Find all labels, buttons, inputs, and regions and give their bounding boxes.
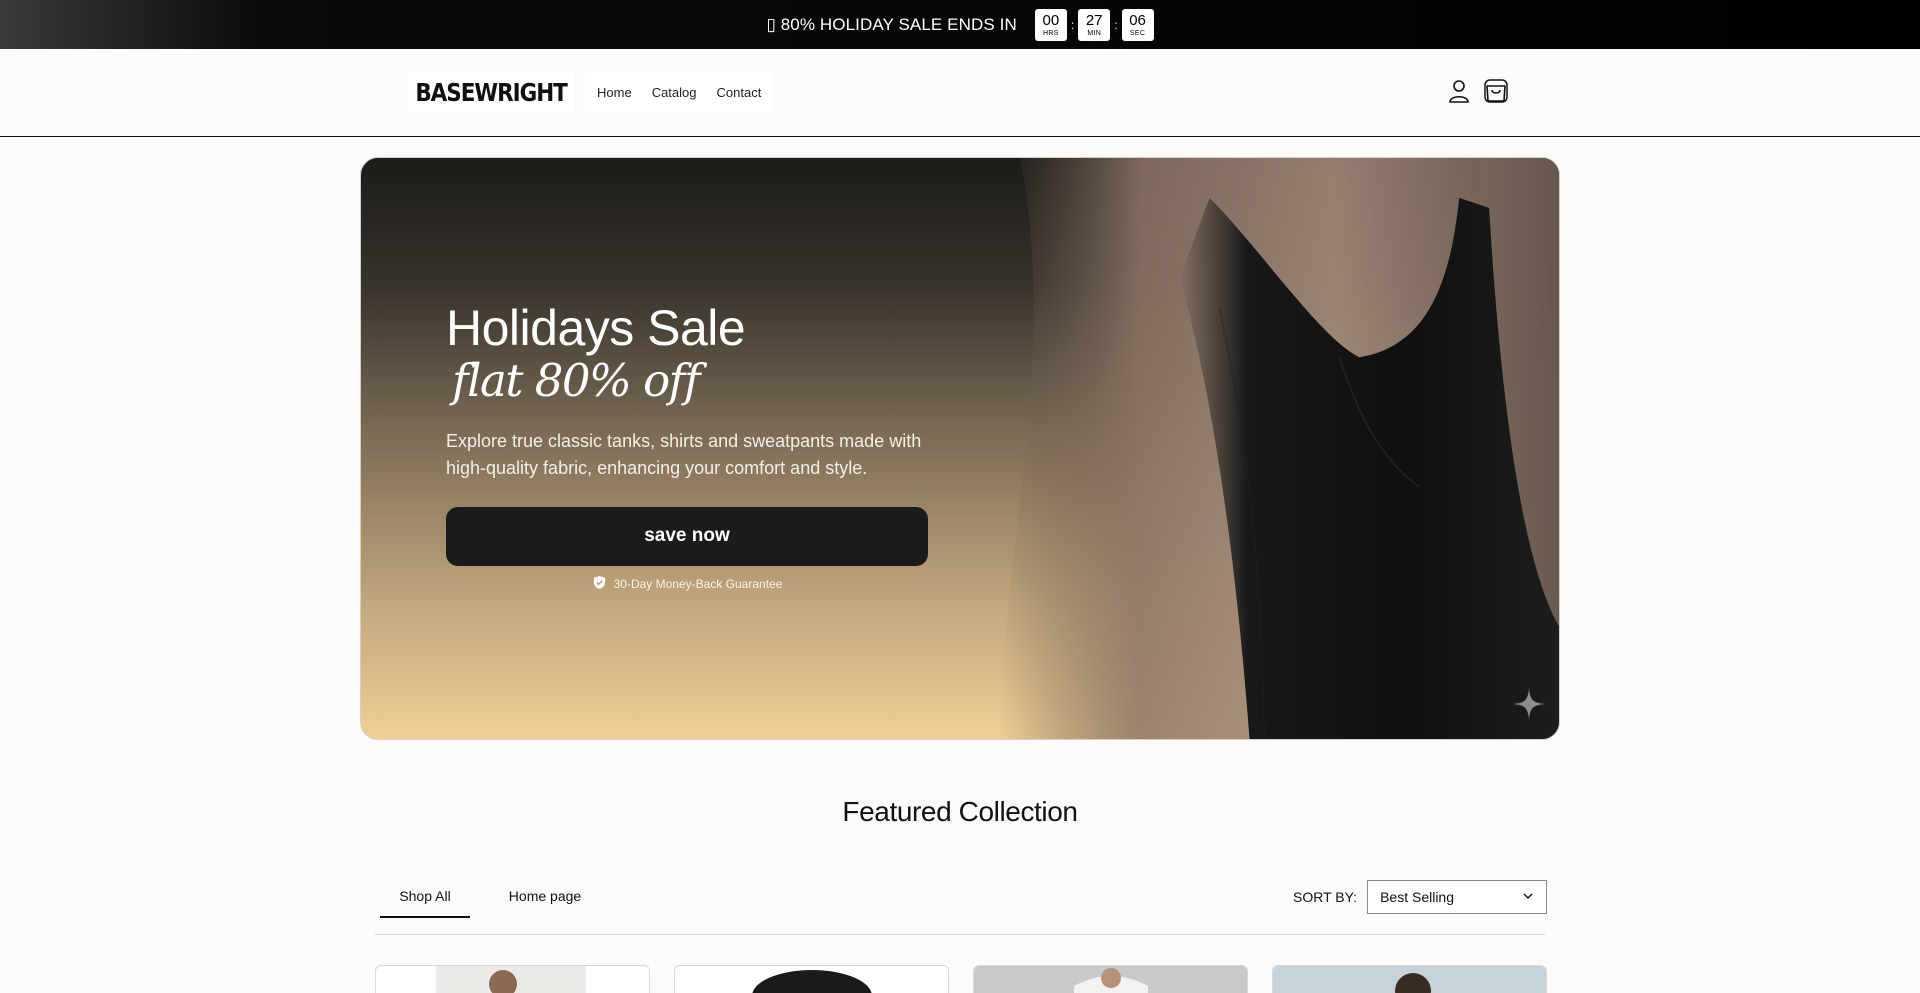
cart-icon[interactable]	[1483, 78, 1509, 104]
announcement-text: ▯ 80% HOLIDAY SALE ENDS IN	[766, 14, 1017, 34]
countdown-seconds: 06 SEC	[1121, 8, 1154, 41]
nav-link-contact[interactable]: Contact	[717, 85, 762, 100]
nav-link-home[interactable]: Home	[597, 85, 632, 100]
product-card[interactable]	[674, 965, 949, 993]
sort-control: SORT BY: Best Selling	[1293, 880, 1548, 914]
countdown-minutes: 27 MIN	[1078, 8, 1111, 41]
main-nav: Home Catalog Contact	[585, 71, 774, 113]
hero-title: Holidays Sale	[446, 300, 746, 356]
site-header: BASEWRIGHT Home Catalog Contact	[0, 49, 1920, 137]
product-image	[752, 970, 872, 993]
product-card[interactable]	[375, 965, 650, 993]
sparkle-icon	[1513, 688, 1545, 725]
collection-tabs: Shop All Home page	[380, 880, 620, 918]
nav-link-catalog[interactable]: Catalog	[652, 85, 697, 100]
tag-icon: ▯	[766, 14, 776, 34]
hero-subtitle: flat 80% off	[452, 354, 701, 407]
hero-description: Explore true classic tanks, shirts and s…	[446, 430, 922, 478]
hero-content: Holidays Sale flat 80% off Explore true …	[446, 303, 928, 593]
sort-value: Best Selling	[1380, 889, 1455, 905]
tab-shop-all[interactable]: Shop All	[380, 880, 470, 918]
logo-text[interactable]: BASEWRIGHT	[415, 78, 568, 107]
guarantee-note: 30-Day Money-Back Guarantee	[446, 575, 928, 593]
countdown-separator: :	[1070, 17, 1075, 32]
countdown-separator: :	[1114, 17, 1118, 32]
product-image	[436, 966, 586, 993]
chevron-down-icon	[1522, 889, 1534, 905]
guarantee-text: 30-Day Money-Back Guarantee	[613, 576, 783, 591]
sort-select[interactable]: Best Selling	[1367, 880, 1548, 914]
countdown-hours: 00 HRS	[1034, 8, 1067, 41]
divider	[375, 934, 1545, 935]
hero-banner: Holidays Sale flat 80% off Explore true …	[360, 157, 1560, 740]
announcement-bar: ▯ 80% HOLIDAY SALE ENDS IN 00 HRS : 27 M…	[0, 0, 1920, 49]
sort-label: SORT BY:	[1293, 889, 1358, 905]
product-image	[1273, 966, 1546, 993]
tab-home-page[interactable]: Home page	[470, 880, 620, 918]
header-icons	[1448, 78, 1509, 104]
save-now-button[interactable]: save now	[446, 506, 928, 566]
shield-check-icon	[592, 575, 607, 593]
countdown-timer: 00 HRS : 27 MIN : 06 SEC	[1034, 8, 1154, 41]
account-icon[interactable]	[1448, 78, 1470, 104]
product-image	[974, 966, 1247, 993]
logo[interactable]: BASEWRIGHT	[408, 71, 574, 113]
featured-collection-title: Featured Collection	[842, 796, 1078, 827]
product-card[interactable]	[1272, 965, 1547, 993]
product-card[interactable]	[973, 965, 1248, 993]
product-grid	[375, 965, 1547, 993]
